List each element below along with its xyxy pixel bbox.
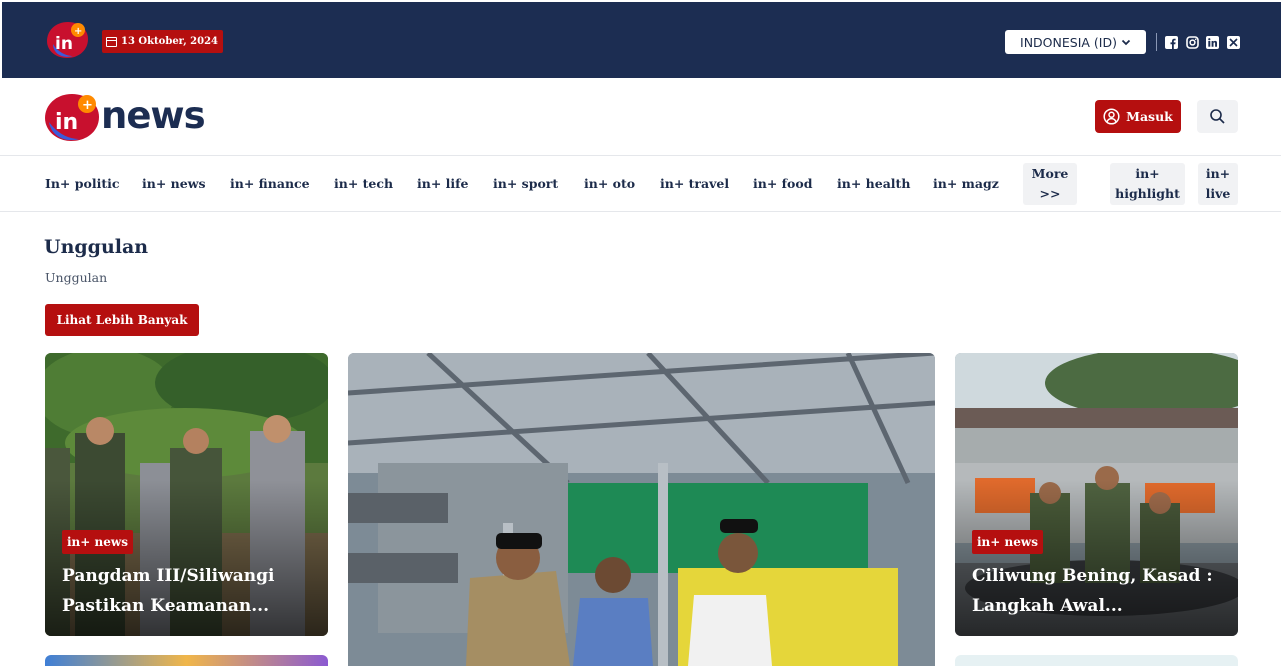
nav-highlight-label: in+ highlight: [1115, 166, 1180, 201]
current-date: 13 Oktober, 2024: [121, 36, 219, 47]
nav-item-magz[interactable]: in+ magz: [933, 176, 999, 191]
x-icon[interactable]: [1227, 36, 1240, 49]
region-label: INDONESIA (ID): [1020, 34, 1117, 50]
inplus-logo-icon[interactable]: in +: [45, 20, 91, 60]
nav-item-oto[interactable]: in+ oto: [584, 176, 635, 191]
news-card[interactable]: in+ news Pangdam III/Siliwangi Pastikan K…: [45, 353, 328, 636]
nav-item-food[interactable]: in+ food: [753, 176, 812, 191]
date-badge: 13 Oktober, 2024: [102, 30, 224, 53]
featured-photo-card[interactable]: [348, 353, 935, 666]
nav-item-highlight[interactable]: in+ highlight: [1110, 163, 1185, 205]
login-label: Masuk: [1126, 109, 1173, 124]
card-headline[interactable]: Pangdam III/Siliwangi Pastikan Keamanan..…: [62, 561, 314, 621]
main-nav: In+ politic in+ news in+ finance in+ tec…: [0, 155, 1281, 212]
nav-item-tech[interactable]: in+ tech: [334, 176, 393, 191]
section-subtitle: Unggulan: [45, 270, 108, 285]
search-icon: [1210, 109, 1225, 124]
brand-wordmark: news: [101, 94, 206, 137]
nav-item-live[interactable]: in+ live: [1198, 163, 1238, 205]
nav-item-travel[interactable]: in+ travel: [660, 176, 729, 191]
chevron-down-icon: [1121, 39, 1131, 46]
top-bar: in + 13 Oktober, 2024 INDONESIA (ID): [2, 2, 1281, 78]
category-badge[interactable]: in+ news: [62, 530, 133, 554]
news-card[interactable]: in+ news Ciliwung Bening, Kasad : Langkah…: [955, 353, 1238, 636]
calendar-icon: [106, 36, 117, 47]
card-headline[interactable]: Ciliwung Bening, Kasad : Langkah Awal...: [972, 561, 1224, 621]
section-title: Unggulan: [44, 236, 149, 258]
region-select[interactable]: INDONESIA (ID): [1005, 30, 1146, 54]
nav-item-life[interactable]: in+ life: [417, 176, 469, 191]
svg-text:in: in: [55, 34, 73, 54]
svg-text:+: +: [74, 26, 82, 37]
news-card-peek[interactable]: [955, 655, 1238, 666]
nav-live-label: in+ live: [1205, 166, 1231, 201]
nav-item-news[interactable]: in+ news: [142, 176, 206, 191]
user-circle-icon: [1103, 108, 1120, 125]
facebook-icon[interactable]: [1165, 36, 1178, 49]
svg-text:in: in: [55, 110, 78, 135]
nav-item-politic[interactable]: In+ politic: [45, 176, 119, 191]
login-button[interactable]: Masuk: [1095, 100, 1181, 133]
topbar-divider: [1156, 33, 1157, 51]
brand-logo[interactable]: in + news: [43, 92, 206, 144]
see-more-button[interactable]: Lihat Lebih Banyak: [45, 304, 199, 336]
news-card-peek[interactable]: [45, 655, 328, 666]
site-header: in + news Masuk: [0, 79, 1281, 155]
category-badge[interactable]: in+ news: [972, 530, 1043, 554]
search-button[interactable]: [1197, 100, 1238, 133]
inplus-logo-icon: in +: [45, 94, 99, 141]
linkedin-icon[interactable]: [1206, 36, 1219, 49]
svg-text:+: +: [82, 98, 93, 113]
nav-item-sport[interactable]: in+ sport: [493, 176, 558, 191]
nav-more-button[interactable]: More >>: [1023, 163, 1077, 205]
instagram-icon[interactable]: [1186, 36, 1199, 49]
nav-more-label: More >>: [1031, 166, 1069, 201]
nav-item-health[interactable]: in+ health: [837, 176, 910, 191]
news-photo: [348, 353, 935, 666]
nav-item-finance[interactable]: in+ finance: [230, 176, 310, 191]
